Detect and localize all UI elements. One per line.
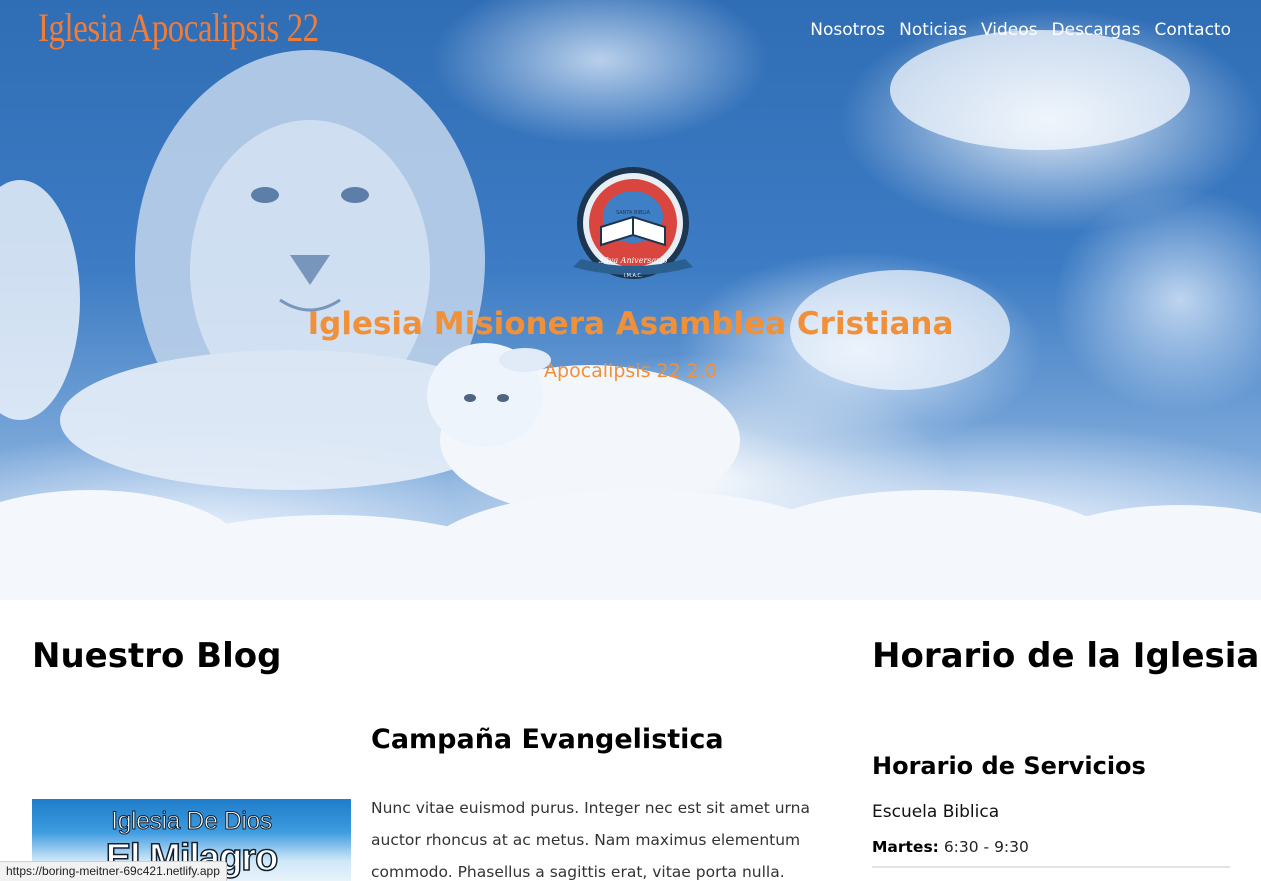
nav-link-contacto[interactable]: Contacto	[1154, 20, 1231, 40]
service-time: Martes: 6:30 - 9:30	[872, 838, 1029, 856]
main-navigation: Nosotros Noticias Videos Descargas Conta…	[810, 20, 1231, 40]
nav-link-nosotros[interactable]: Nosotros	[810, 20, 885, 40]
thumbnail-caption-line1: Iglesia De Dios	[111, 807, 273, 836]
schedule-section-heading: Horario de la Iglesia	[872, 636, 1260, 676]
blog-post-excerpt: Nunc vitae euismod purus. Integer nec es…	[371, 799, 810, 881]
site-brand-logo[interactable]: Iglesia Apocalipsis 22	[38, 4, 319, 51]
hero-banner: Iglesia Apocalipsis 22 Nosotros Noticias…	[0, 0, 1261, 600]
svg-text:I.M.A.C.: I.M.A.C.	[624, 273, 643, 279]
status-bar-url: https://boring-meitner-69c421.netlify.ap…	[0, 861, 227, 881]
hero-background-art	[0, 30, 1261, 600]
nav-link-descargas[interactable]: Descargas	[1052, 20, 1141, 40]
nav-link-noticias[interactable]: Noticias	[899, 20, 967, 40]
service-hours: 6:30 - 9:30	[943, 838, 1029, 856]
nav-link-videos[interactable]: Videos	[981, 20, 1038, 40]
service-divider	[872, 866, 1230, 868]
hero-title: Iglesia Misionera Asamblea Cristiana	[307, 306, 954, 342]
svg-text:38va Aniversario: 38va Aniversario	[599, 256, 668, 265]
svg-text:SANTA BIBLIA: SANTA BIBLIA	[616, 210, 651, 216]
services-heading: Horario de Servicios	[872, 752, 1146, 780]
hero-subtitle: Apocalipsis 22 2.0	[544, 360, 717, 382]
blog-section-heading: Nuestro Blog	[32, 636, 282, 676]
blog-post-title[interactable]: Campaña Evangelistica	[371, 724, 724, 755]
service-name: Escuela Biblica	[872, 802, 1000, 822]
service-day: Martes:	[872, 838, 939, 856]
church-anniversary-emblem: SANTA BIBLIA 38va Aniversario I.M.A.C.	[573, 167, 693, 279]
